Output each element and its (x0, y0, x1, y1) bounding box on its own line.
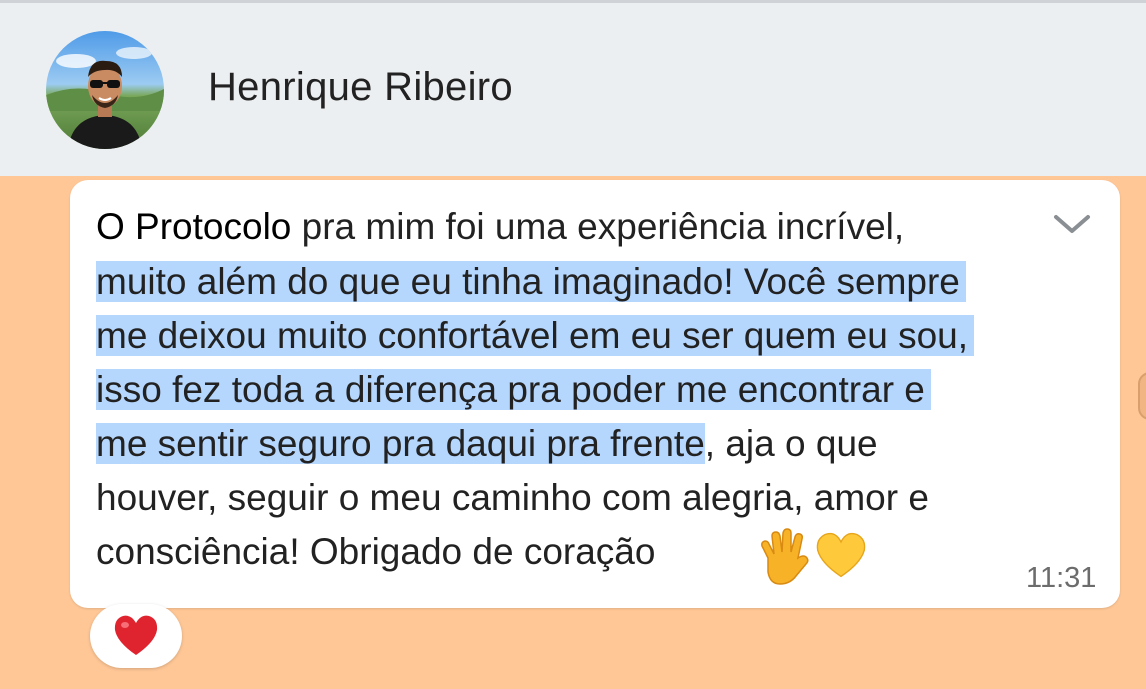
message-line-3: me deixou muito confortável em eu ser qu… (96, 314, 975, 358)
message-line-6: houver, seguir o meu caminho com alegria… (96, 476, 929, 520)
chevron-down-icon[interactable] (1050, 210, 1094, 238)
contact-name[interactable]: Henrique Ribeiro (208, 65, 513, 110)
message-text-segment: houver, seguir o meu caminho com alegria… (96, 477, 929, 518)
raised-hand-emoji-icon (761, 528, 809, 585)
message-line-2: muito além do que eu tinha imaginado! Vo… (96, 260, 966, 304)
message-text-segment: consciência! Obrigado de coração (96, 531, 656, 572)
avatar-photo-icon (46, 31, 164, 149)
message-bubble[interactable]: O Protocolo pra mim foi uma experiência … (70, 180, 1120, 608)
message-line-5: me sentir seguro pra daqui pra frente, a… (96, 422, 878, 466)
message-text-segment: , aja o que (704, 423, 878, 464)
message-line-1: O Protocolo pra mim foi uma experiência … (96, 205, 904, 249)
selected-text[interactable]: muito além do que eu tinha imaginado! Vo… (96, 261, 966, 302)
yellow-heart-emoji-icon (816, 532, 866, 578)
message-text-segment: pra mim foi uma experiência incrível, (291, 206, 905, 247)
reaction-badge[interactable] (90, 604, 182, 668)
selected-text[interactable]: me deixou muito confortável em eu ser qu… (96, 315, 975, 356)
message-line-7: consciência! Obrigado de coração (96, 530, 655, 574)
chat-header: Henrique Ribeiro (0, 3, 1146, 176)
message-text-segment: O Protocolo (96, 206, 292, 247)
message-line-4: isso fez toda a diferença pra poder me e… (96, 368, 931, 412)
selected-text[interactable]: me sentir seguro pra daqui pra frente (96, 423, 705, 464)
message-timestamp: 11:31 (1026, 562, 1097, 594)
selected-text[interactable]: isso fez toda a diferença pra poder me e… (96, 369, 931, 410)
scroll-edge-indicator (1138, 372, 1146, 420)
contact-avatar[interactable] (46, 31, 164, 149)
red-heart-icon (114, 615, 158, 655)
